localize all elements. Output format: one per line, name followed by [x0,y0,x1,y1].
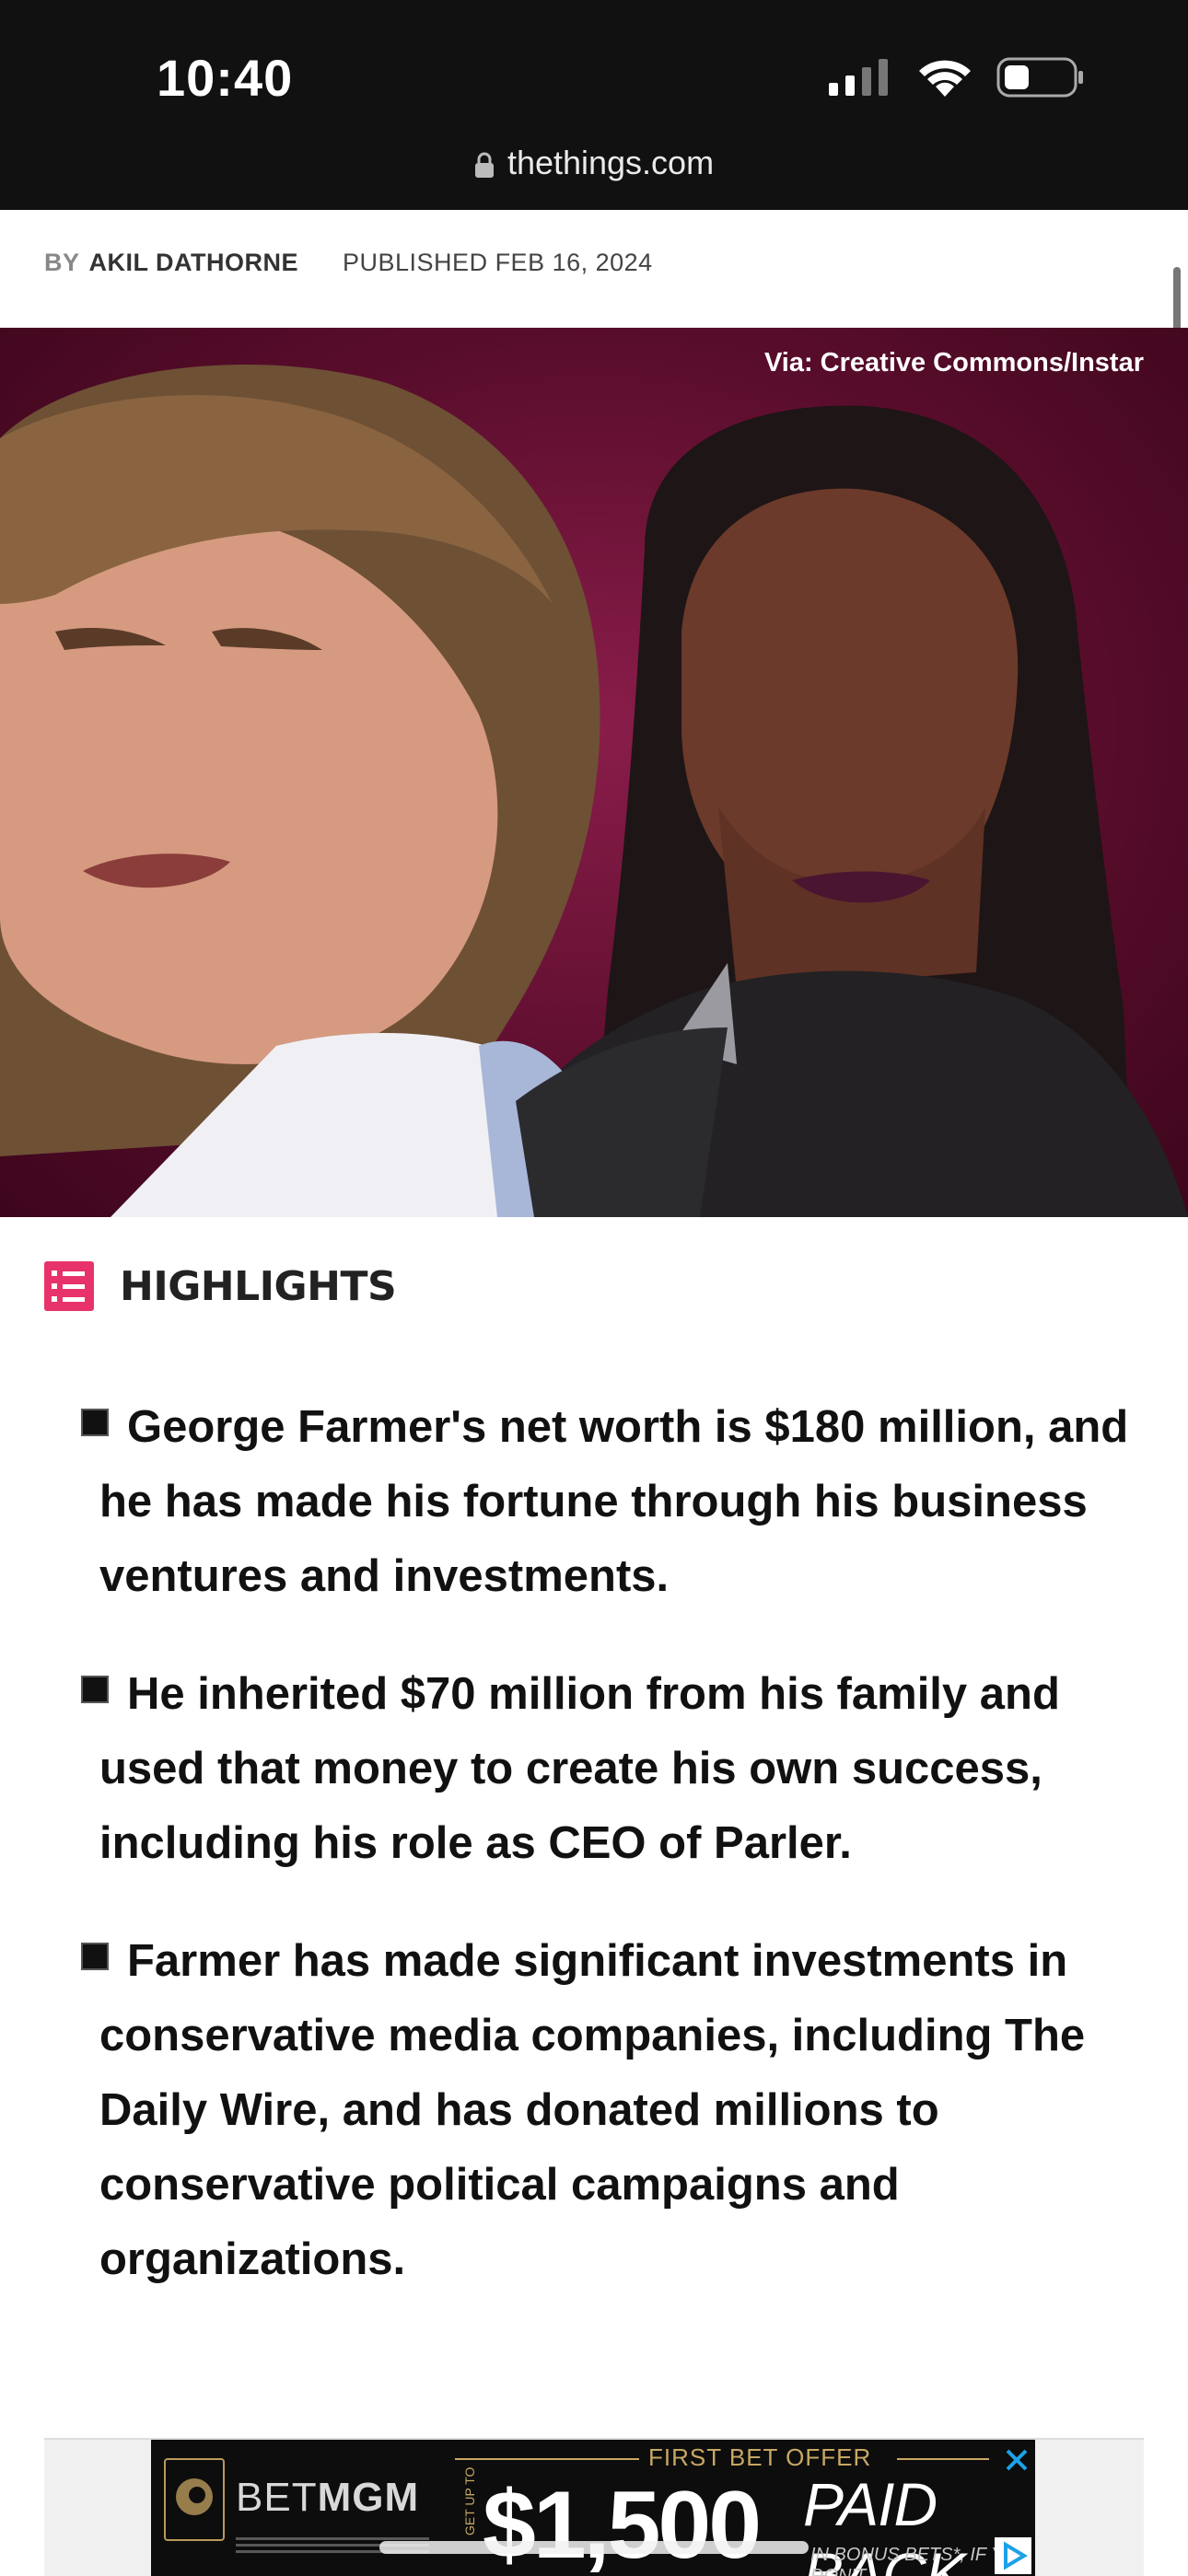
article-byline: BY AKIL DATHORNE PUBLISHED FEB 16, 2024 [44,249,653,277]
bullet-square-icon [81,1943,109,1970]
offer-divider [897,2458,989,2460]
ad-container: BETMGM FIRST BET OFFER GET UP TO $1,500 … [44,2438,1144,2576]
banner-ad[interactable]: BETMGM FIRST BET OFFER GET UP TO $1,500 … [151,2440,1035,2576]
close-icon[interactable] [998,2442,1035,2478]
list-icon [44,1261,94,1311]
ad-brand: BETMGM [236,2475,419,2521]
lion-logo-icon [164,2458,225,2541]
status-bar: 10:40 thethings.com [0,0,1188,210]
offer-divider [455,2458,639,2460]
ad-brand-bold: MGM [317,2475,420,2520]
highlight-text: He inherited $70 million from his family… [99,1669,1060,1868]
home-indicator[interactable] [379,2541,809,2554]
byline-prefix: BY [44,249,80,276]
bullet-square-icon [81,1676,109,1703]
wifi-icon [919,60,971,97]
url-text: thethings.com [507,144,715,181]
image-credit: Via: Creative Commons/Instar [763,348,1144,377]
hero-image: Via: Creative Commons/Instar [0,328,1188,1217]
portrait-photo [0,365,1188,1217]
ad-brand-light: BET [236,2475,318,2520]
clock-time: 10:40 [157,49,294,107]
highlights-list: George Farmer's net worth is $180 millio… [79,1390,1138,2340]
published-date: PUBLISHED FEB 16, 2024 [343,249,653,276]
cellular-signal-icon [829,59,888,96]
ad-choices-icon[interactable] [995,2537,1031,2574]
ad-amount: $1,500 [483,2472,762,2576]
address-bar[interactable]: thethings.com [0,144,1188,182]
highlights-title: HIGHLIGHTS [120,1262,397,1310]
highlight-text: Farmer has made significant investments … [99,1936,1086,2284]
list-item: He inherited $70 million from his family… [79,1657,1138,1881]
author-name[interactable]: AKIL DATHORNE [89,249,299,276]
list-item: George Farmer's net worth is $180 millio… [79,1390,1138,1614]
lock-icon [474,153,494,179]
highlights-header: HIGHLIGHTS [44,1261,397,1311]
ad-get-up-to: GET UP TO [462,2466,477,2535]
highlight-text: George Farmer's net worth is $180 millio… [99,1402,1129,1601]
status-icons [829,57,1085,98]
bullet-square-icon [81,1409,109,1436]
battery-icon [996,57,1083,98]
list-item: Farmer has made significant investments … [79,1924,1138,2297]
ad-offer: FIRST BET OFFER [648,2443,872,2471]
